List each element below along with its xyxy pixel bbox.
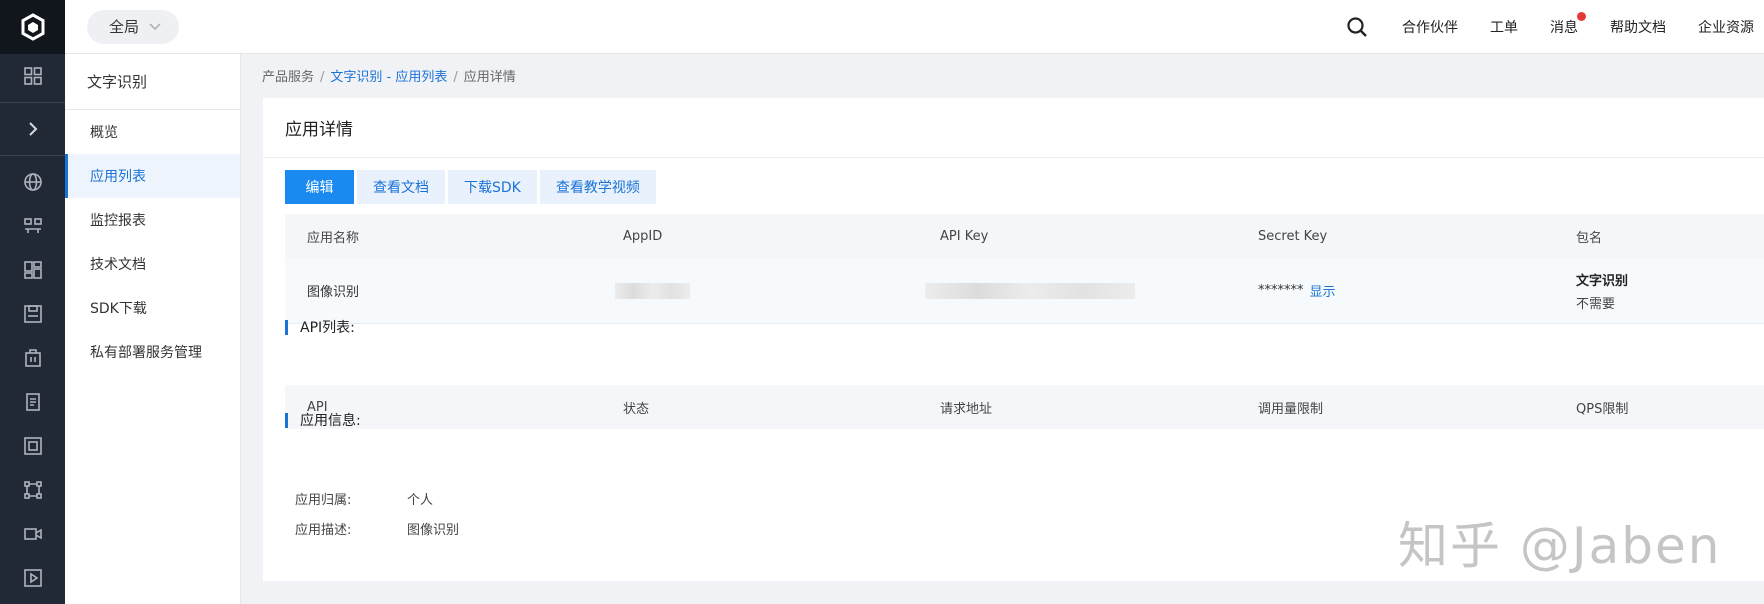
redacted-appid — [615, 282, 690, 299]
package-cell: 文字识别 不需要 — [1554, 258, 1764, 323]
app-name-cell: 图像识别 — [307, 285, 360, 300]
col-appid: AppID — [601, 229, 918, 244]
nav-enterprise-resources[interactable]: 企业资源 — [1698, 17, 1754, 37]
col-package-name: 包名 — [1554, 227, 1764, 246]
owner-value: 个人 — [407, 493, 434, 508]
secret-key-cell: ******* 显示 — [1236, 258, 1554, 323]
sidebar-item-monitor-report[interactable]: 监控报表 — [65, 198, 240, 242]
nav-messages-label: 消息 — [1550, 19, 1578, 36]
appid-cell — [601, 258, 918, 323]
api-section-header: API列表: — [285, 317, 355, 337]
table-row: 图像识别 ******* 显示 文字识别不需要 — [285, 258, 1764, 324]
secret-key-mask: ******* — [1258, 283, 1304, 298]
dashboard-icon[interactable] — [0, 248, 65, 292]
video-camera-icon[interactable] — [0, 512, 65, 556]
monitor-icon[interactable] — [0, 204, 65, 248]
watermark: 知乎 @Jaben — [1398, 517, 1722, 575]
api-section-title: API列表: — [300, 320, 355, 336]
info-desc-row: 应用描述: 图像识别 — [295, 519, 459, 538]
sidebar-item-tech-docs[interactable]: 技术文档 — [65, 242, 240, 286]
breadcrumb: 产品服务 / 文字识别 - 应用列表 / 应用详情 — [262, 70, 516, 85]
top-bar: 全局 合作伙伴 工单 消息 帮助文档 企业资源 — [65, 0, 1764, 54]
nav-partners[interactable]: 合作伙伴 — [1402, 17, 1458, 37]
col-api-key: API Key — [918, 229, 1236, 244]
redacted-api-key — [925, 282, 1135, 299]
col-app-name: 应用名称 — [307, 230, 360, 246]
scope-label: 全局 — [109, 18, 140, 36]
desc-label: 应用描述: — [295, 523, 352, 538]
info-section-title: 应用信息: — [300, 413, 361, 429]
view-docs-button[interactable]: 查看文档 — [357, 170, 445, 204]
nav-help-docs[interactable]: 帮助文档 — [1610, 17, 1666, 37]
info-owner-row: 应用归属: 个人 — [295, 489, 433, 508]
info-section-header: 应用信息: — [285, 410, 361, 430]
col-secret-key: Secret Key — [1236, 229, 1554, 244]
scan-icon[interactable] — [0, 424, 65, 468]
nav-tickets[interactable]: 工单 — [1490, 17, 1518, 37]
notification-dot — [1577, 11, 1586, 21]
api-key-cell — [918, 258, 1236, 323]
breadcrumb-current: 应用详情 — [463, 70, 516, 85]
sidebar-item-sdk-download[interactable]: SDK下载 — [65, 286, 240, 330]
play-icon[interactable] — [0, 556, 65, 600]
search-icon[interactable] — [1346, 16, 1368, 38]
breadcrumb-root[interactable]: 产品服务 — [262, 70, 314, 85]
table-header-row: API 状态 请求地址 调用量限制 QPS限制 — [285, 385, 1764, 429]
page-title: 应用详情 — [263, 98, 1764, 158]
col-qps-limit: QPS限制 — [1554, 398, 1764, 417]
col-call-limit: 调用量限制 — [1236, 398, 1554, 417]
cloud-logo-icon[interactable] — [0, 0, 65, 54]
package-name: 文字识别 — [1576, 273, 1629, 289]
owner-label: 应用归属: — [295, 493, 352, 508]
network-icon[interactable] — [0, 468, 65, 512]
expand-chevron-icon[interactable] — [0, 107, 65, 151]
package-note: 不需要 — [1576, 296, 1616, 312]
chevron-down-icon — [149, 22, 161, 30]
edit-button[interactable]: 编辑 — [285, 170, 354, 204]
grid-icon[interactable] — [0, 54, 65, 98]
scope-selector[interactable]: 全局 — [87, 9, 180, 44]
building-icon[interactable] — [0, 336, 65, 380]
col-request-url: 请求地址 — [918, 398, 1236, 417]
app-rail — [0, 0, 65, 604]
sidebar-item-private-deploy[interactable]: 私有部署服务管理 — [65, 330, 240, 374]
product-sidebar: 文字识别 概览 应用列表 监控报表 技术文档 SDK下载 私有部署服务管理 — [65, 54, 241, 604]
table-header-row: 应用名称 AppID API Key Secret Key 包名 — [285, 214, 1764, 258]
globe-icon[interactable] — [0, 160, 65, 204]
download-sdk-button[interactable]: 下载SDK — [448, 170, 537, 204]
view-tutorial-video-button[interactable]: 查看教学视频 — [539, 170, 656, 204]
document-icon[interactable] — [0, 380, 65, 424]
top-nav: 合作伙伴 工单 消息 帮助文档 企业资源 — [1346, 0, 1764, 54]
sidebar-item-overview[interactable]: 概览 — [65, 110, 240, 154]
action-buttons: 编辑 查看文档 下载SDK 查看教学视频 — [285, 170, 656, 204]
sidebar-title: 文字识别 — [65, 54, 240, 110]
breadcrumb-app-list-link[interactable]: 文字识别 - 应用列表 — [330, 70, 447, 85]
desc-value: 图像识别 — [407, 523, 460, 538]
api-table: API 状态 请求地址 调用量限制 QPS限制 — [285, 385, 1764, 429]
show-secret-link[interactable]: 显示 — [1310, 281, 1336, 300]
save-disk-icon[interactable] — [0, 292, 65, 336]
sidebar-item-app-list[interactable]: 应用列表 — [65, 154, 240, 198]
app-table: 应用名称 AppID API Key Secret Key 包名 图像识别 **… — [285, 214, 1764, 324]
nav-messages[interactable]: 消息 — [1550, 11, 1586, 37]
col-status: 状态 — [601, 398, 918, 417]
